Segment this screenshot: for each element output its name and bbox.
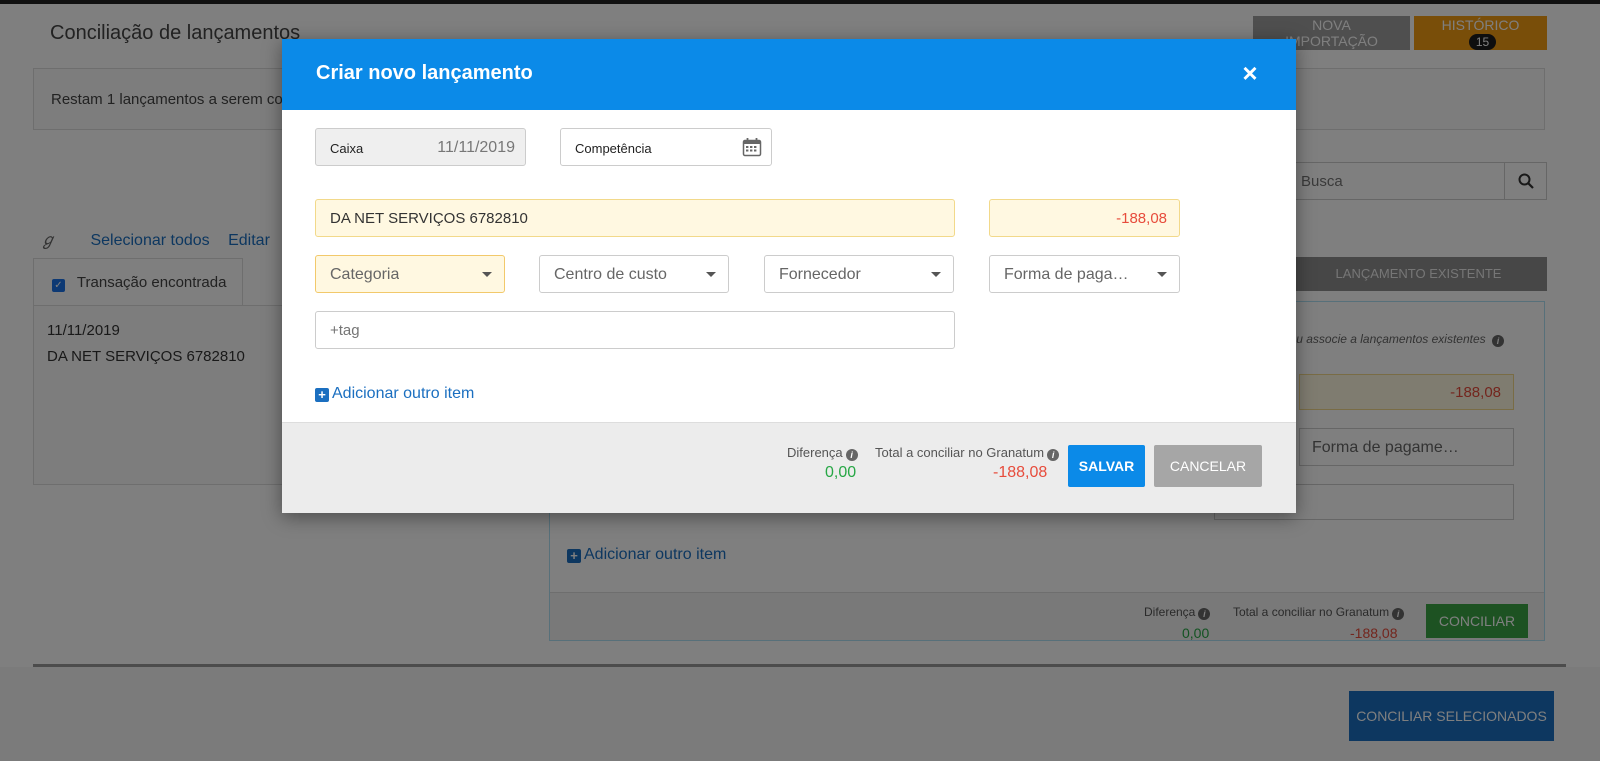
plus-icon: + [315, 388, 329, 402]
payment-method-select[interactable]: Forma de paga… [989, 255, 1180, 293]
chevron-down-icon [482, 272, 492, 277]
chevron-down-icon [1157, 272, 1167, 277]
info-icon: i [845, 449, 858, 461]
tag-input[interactable] [316, 312, 954, 348]
close-icon[interactable]: × [1236, 59, 1264, 87]
competencia-field[interactable]: Competência [560, 128, 772, 166]
total-value: -188,08 [993, 464, 1048, 481]
total-label-text: Total a conciliar no Granatum [875, 445, 1045, 460]
add-item-label: Adicionar outro item [332, 385, 475, 402]
cancel-button[interactable]: CANCELAR [1154, 445, 1262, 487]
difference-label: Diferençai [787, 445, 858, 461]
amount-value: -188,08 [1116, 210, 1167, 227]
supplier-select[interactable]: Fornecedor [764, 255, 954, 293]
save-button[interactable]: SALVAR [1068, 445, 1145, 487]
create-entry-modal: Criar novo lançamento × Caixa 11/11/2019… [282, 39, 1296, 513]
calendar-icon[interactable] [742, 137, 762, 162]
difference-value: 0,00 [825, 464, 857, 481]
chevron-down-icon [706, 272, 716, 277]
caixa-date-value: 11/11/2019 [437, 139, 515, 156]
caixa-label: Caixa [330, 141, 364, 156]
supplier-placeholder: Fornecedor [779, 266, 861, 283]
caixa-date-field[interactable]: Caixa 11/11/2019 [315, 128, 526, 166]
description-value: DA NET SERVIÇOS 6782810 [330, 210, 528, 227]
info-icon: i [1047, 449, 1060, 461]
modal-footer: Diferença i 0,00 Total a conciliar no Gra… [282, 422, 1296, 513]
description-field[interactable]: DA NET SERVIÇOS 6782810 [315, 199, 955, 237]
chevron-down-icon [931, 272, 941, 277]
tag-field [315, 311, 955, 349]
competencia-label: Competência [575, 141, 652, 156]
modal-title: Criar novo lançamento [316, 62, 533, 84]
modal-header: Criar novo lançamento × [282, 39, 1296, 110]
category-placeholder: Categoria [330, 266, 400, 283]
payment-method-placeholder: Forma de paga… [1004, 266, 1129, 283]
add-item-link[interactable]: +Adicionar outro item [315, 385, 474, 403]
cost-center-select[interactable]: Centro de custo [539, 255, 729, 293]
amount-field[interactable]: -188,08 [989, 199, 1180, 237]
total-label: Total a conciliar no Granatumi [875, 445, 1060, 461]
difference-label-text: Diferença [787, 445, 843, 460]
category-select[interactable]: Categoria [315, 255, 505, 293]
cost-center-placeholder: Centro de custo [554, 266, 667, 283]
